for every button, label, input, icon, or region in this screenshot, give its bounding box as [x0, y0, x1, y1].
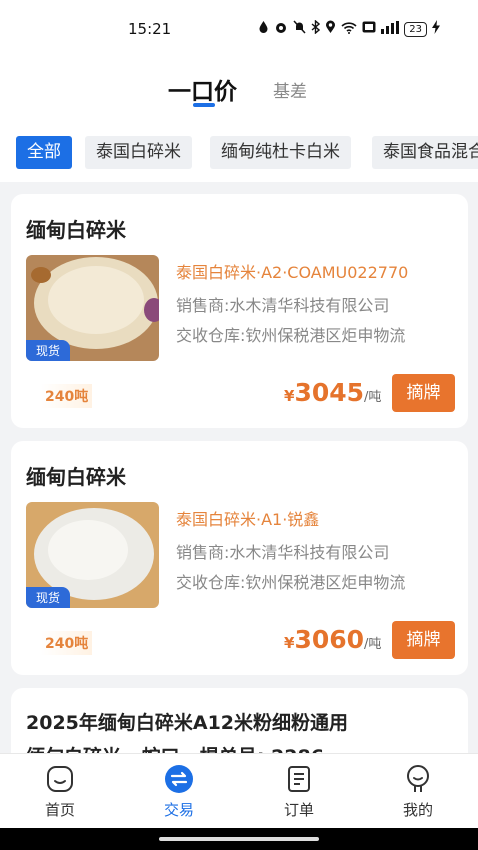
filter-chip-thai-broken-rice[interactable]: 泰国白碎米 [85, 136, 192, 169]
product-image: 现货 [26, 255, 159, 361]
profile-icon [403, 764, 433, 794]
filter-chip-thai-food-mix[interactable]: 泰国食品混合 [372, 136, 478, 169]
spot-badge: 现货 [26, 587, 71, 608]
bluetooth-icon [311, 19, 321, 38]
signal-icon [381, 20, 400, 38]
warehouse-text: 交收仓库:钦州保税港区炬申物流 [176, 326, 406, 345]
nav-orders-label: 订单 [283, 801, 314, 819]
charging-icon [432, 20, 440, 38]
tab-active-indicator [193, 103, 215, 107]
delist-button[interactable]: 摘牌 [392, 621, 455, 659]
nav-trade-label: 交易 [163, 801, 194, 819]
listing-card[interactable]: 缅甸白碎米 现货 泰国白碎米·A2·COAMU022770 销售商:水木清华科技… [11, 194, 468, 428]
nav-trade[interactable]: 交易 [129, 754, 229, 829]
tab-basis[interactable]: 基差 [273, 77, 307, 102]
seller-text: 销售商:水木清华科技有限公司 [176, 296, 390, 315]
listing-title: 缅甸白碎米 [26, 218, 126, 242]
warehouse-text: 交收仓库:钦州保税港区炬申物流 [176, 573, 406, 592]
listing-card[interactable]: 缅甸白碎米 现货 泰国白碎米·A1·锐鑫 销售商:水木清华科技有限公司 交收仓库… [11, 441, 468, 675]
alarm-icon [274, 20, 288, 38]
nav-home[interactable]: 首页 [10, 754, 110, 829]
hd-icon [362, 21, 376, 37]
filter-chip-all[interactable]: 全部 [16, 136, 72, 169]
order-icon [284, 764, 314, 794]
filter-chip-myanmar-duka-rice[interactable]: 缅甸纯杜卡白米 [210, 136, 351, 169]
nav-orders[interactable]: 订单 [249, 754, 349, 829]
nav-profile[interactable]: 我的 [368, 754, 468, 829]
mute-icon [293, 20, 306, 38]
home-indicator[interactable] [159, 837, 319, 841]
spot-badge: 现货 [26, 340, 71, 361]
quantity-label: 240吨 [41, 631, 93, 655]
listing-code: 泰国白碎米·A2·COAMU022770 [176, 263, 409, 282]
seller-text: 销售商:水木清华科技有限公司 [176, 543, 390, 562]
listing-code: 泰国白碎米·A1·锐鑫 [176, 510, 320, 529]
status-bar: 15:21 23 [0, 0, 478, 58]
category-filter-bar: 全部 泰国白碎米 缅甸纯杜卡白米 泰国食品混合 [0, 120, 478, 182]
droplet-icon [258, 20, 269, 38]
nav-home-label: 首页 [44, 801, 75, 819]
bottom-tab-bar: 首页 交易 订单 我的 [0, 753, 478, 828]
listing-title: 2025年缅甸白碎米A12米粉细粉通用 [26, 712, 349, 734]
nav-profile-label: 我的 [402, 801, 433, 819]
top-tab-bar: 一口价 基差 [0, 58, 478, 120]
system-nav-bar [0, 828, 478, 850]
exchange-icon [164, 764, 194, 794]
home-icon [45, 764, 75, 794]
delist-button[interactable]: 摘牌 [392, 374, 455, 412]
price-label: ¥3060/吨 [284, 625, 382, 654]
product-image: 现货 [26, 502, 159, 608]
status-icons: 23 [258, 19, 440, 38]
listing-title: 缅甸白碎米 [26, 465, 126, 489]
location-icon [325, 20, 336, 38]
tab-fixed-price[interactable]: 一口价 [168, 72, 237, 106]
price-label: ¥3045/吨 [284, 378, 382, 407]
battery-icon: 23 [404, 21, 427, 37]
wifi-icon [341, 21, 357, 38]
status-time: 15:21 [128, 20, 172, 38]
quantity-label: 240吨 [41, 384, 93, 408]
